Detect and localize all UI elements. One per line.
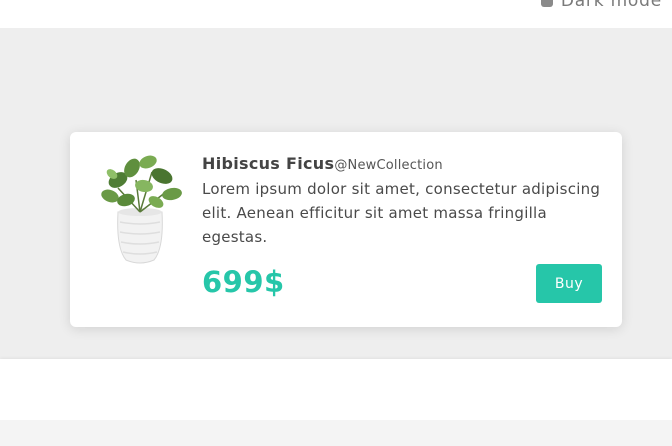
dark-mode-label: Dark mode <box>560 0 662 11</box>
toggle-icon <box>540 0 553 7</box>
product-description: Lorem ipsum dolor sit amet, consectetur … <box>202 180 601 246</box>
product-name: Hibiscus Ficus <box>202 154 335 173</box>
top-bar: Dark mode <box>0 0 672 28</box>
footer-band <box>0 359 672 420</box>
dark-mode-toggle[interactable]: Dark mode <box>540 0 662 11</box>
product-card: Hibiscus Ficus@NewCollection Lorem ipsum… <box>70 132 622 327</box>
buy-button[interactable]: Buy <box>536 264 602 303</box>
product-stage: Hibiscus Ficus@NewCollection Lorem ipsum… <box>0 28 672 359</box>
product-price: 699$ <box>202 265 285 299</box>
bottom-band <box>0 420 672 446</box>
potted-plant-image <box>101 155 182 264</box>
product-title-line: Hibiscus Ficus@NewCollection <box>202 154 443 173</box>
collection-tag[interactable]: @NewCollection <box>334 158 442 173</box>
